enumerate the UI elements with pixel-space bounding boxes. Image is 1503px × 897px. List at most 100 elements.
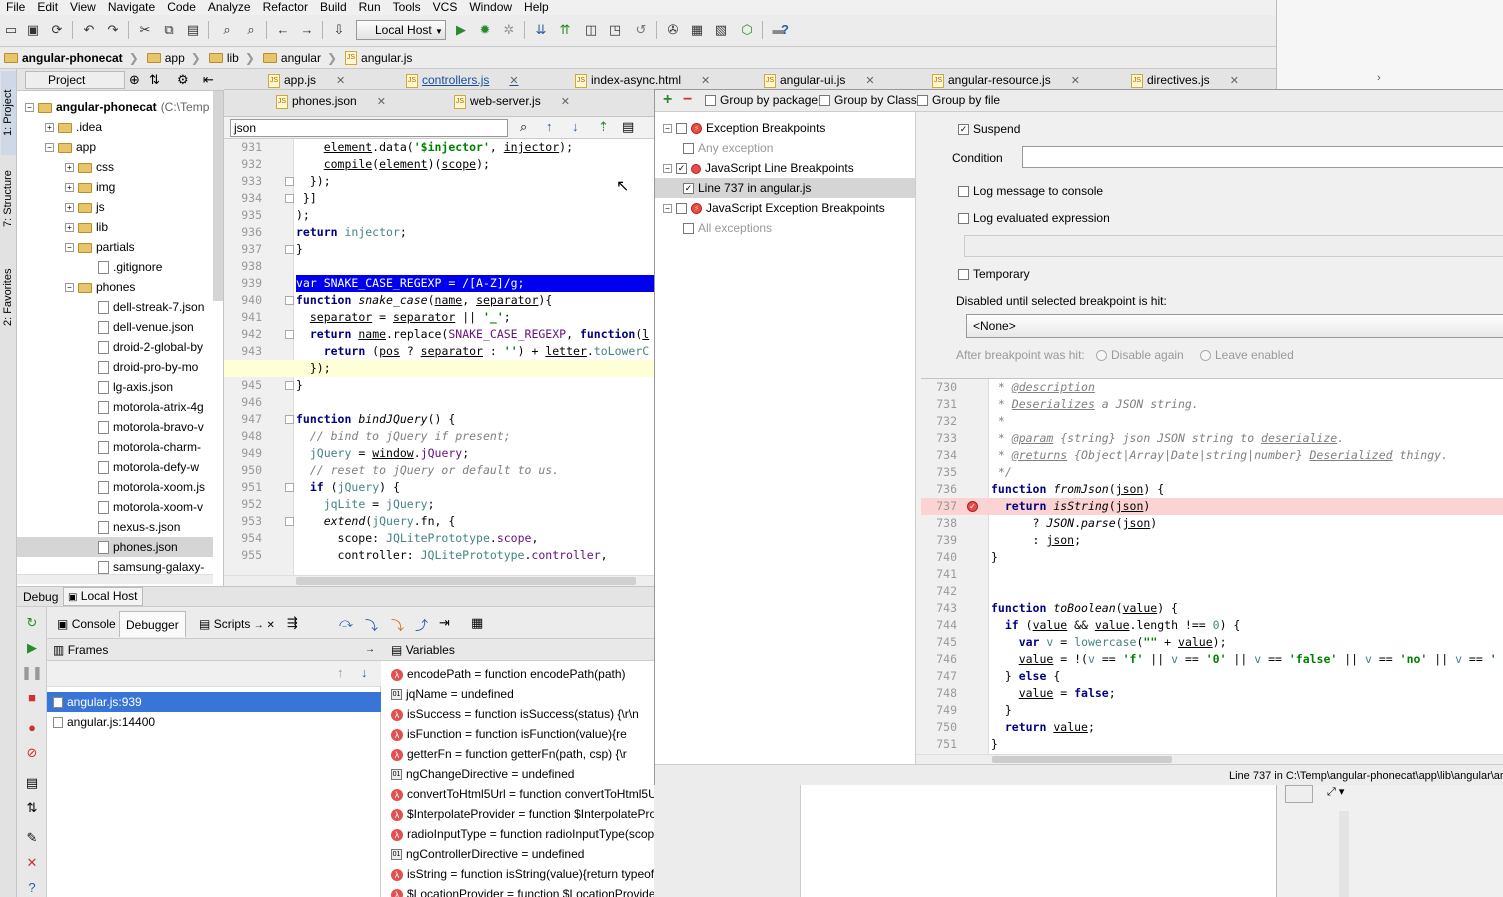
close-tab-icon[interactable]: → ✕: [254, 620, 275, 631]
editor-tab[interactable]: JS angular-ui.js ✕: [760, 71, 875, 90]
breakpoint-tree-item[interactable]: ✓ Line 737 in angular.js: [655, 178, 915, 198]
fold-icon[interactable]: [285, 330, 294, 339]
tree-file[interactable]: .gitignore: [17, 257, 213, 277]
collapse-icon[interactable]: −: [663, 164, 672, 174]
open-folder-icon[interactable]: ▭: [2, 20, 20, 40]
fold-icon[interactable]: [285, 194, 294, 203]
hide-icon[interactable]: ⇤: [203, 72, 214, 88]
run-icon[interactable]: ▶: [452, 20, 470, 40]
resume-icon[interactable]: ▶: [17, 637, 47, 659]
sdk-icon[interactable]: ▧: [712, 20, 730, 40]
log-expression-checkbox[interactable]: Log evaluated expression: [958, 211, 1110, 225]
leave-enabled-radio[interactable]: Leave enabled: [1200, 348, 1294, 362]
variable-item[interactable]: 01 jqName = undefined: [391, 684, 654, 704]
locate-icon[interactable]: ⊕: [129, 72, 140, 88]
tree-folder[interactable]: − angular-phonecat (C:\Temp: [17, 97, 213, 117]
remove-breakpoint-icon[interactable]: −: [683, 90, 692, 110]
gear-icon[interactable]: ⚙: [177, 72, 189, 88]
log-message-checkbox[interactable]: Log message to console: [958, 184, 1103, 198]
layout-icon[interactable]: ▤: [17, 772, 47, 794]
temporary-checkbox[interactable]: Temporary: [958, 267, 1030, 281]
tree-file[interactable]: nexus-s.json: [17, 517, 213, 537]
close-icon[interactable]: ✕: [336, 75, 345, 87]
breakpoint-checkbox[interactable]: ✓: [683, 183, 694, 195]
expand-icon[interactable]: +: [65, 203, 74, 213]
tree-file[interactable]: motorola-atrix-4g: [17, 397, 213, 417]
collapse-icon[interactable]: −: [25, 103, 34, 113]
breakpoint-tree-item[interactable]: Any exception: [655, 138, 915, 158]
group-by-file-checkbox[interactable]: Group by file: [917, 93, 1000, 107]
tab-structure[interactable]: 7: Structure: [1, 161, 16, 237]
tree-file[interactable]: motorola-xoom-v: [17, 497, 213, 517]
variable-item[interactable]: λ $LocationProvider = function $LocationP…: [391, 884, 654, 897]
frames-menu-icon[interactable]: →: [365, 639, 375, 661]
plugin-icon[interactable]: ⬡: [738, 20, 756, 40]
run-configuration-select[interactable]: Local Host ▼: [356, 20, 446, 40]
breakpoint-tree-item[interactable]: − ✓ JavaScript Line Breakpoints: [655, 158, 915, 178]
add-breakpoint-icon[interactable]: +: [663, 90, 672, 110]
suspend-checkbox[interactable]: ✓ Suspend: [958, 122, 1020, 136]
fold-icon[interactable]: [285, 517, 294, 526]
group-by-package-checkbox[interactable]: Group by package: [705, 93, 818, 107]
select-all-icon[interactable]: ▤: [622, 119, 634, 135]
undo-icon[interactable]: ↶: [80, 20, 98, 40]
frame-up-icon[interactable]: ↑: [337, 665, 344, 680]
tab-debugger[interactable]: Debugger: [119, 611, 186, 637]
mute-breakpoints-icon[interactable]: ⊘: [17, 742, 47, 764]
fold-icon[interactable]: [285, 296, 294, 305]
menu-analyze[interactable]: Analyze: [202, 0, 257, 15]
force-step-into-icon[interactable]: ⤵: [391, 615, 404, 634]
fold-icon[interactable]: [285, 177, 294, 186]
step-out-icon[interactable]: ⤴: [415, 615, 428, 634]
log-expression-input[interactable]: [964, 235, 1503, 257]
fold-icon[interactable]: [285, 415, 294, 424]
variable-item[interactable]: 01 ngChangeDirective = undefined: [391, 764, 654, 784]
close-icon[interactable]: ✕: [17, 852, 47, 874]
expand-icon[interactable]: +: [45, 123, 54, 133]
debug-icon[interactable]: ✹: [476, 20, 494, 40]
sync-icon[interactable]: ⟳: [48, 20, 66, 40]
close-icon[interactable]: ✕: [1071, 75, 1080, 87]
evaluate-expression-icon[interactable]: ▦: [471, 615, 483, 631]
editor-tab[interactable]: JS index-async.html ✕: [571, 71, 710, 90]
collapse-icon[interactable]: −: [65, 283, 74, 293]
tab-project[interactable]: 1: Project: [1, 71, 16, 155]
menu-help[interactable]: Help: [518, 0, 555, 15]
close-icon[interactable]: ✕: [509, 75, 518, 87]
breadcrumb-item[interactable]: JS angular.js: [341, 50, 416, 65]
settings-icon[interactable]: ✇: [664, 20, 682, 40]
tree-folder[interactable]: − phones: [17, 277, 213, 297]
vcs-update-icon[interactable]: ⇊: [532, 20, 550, 40]
revert-icon[interactable]: ↺: [632, 20, 650, 40]
forward-icon[interactable]: →: [298, 20, 316, 40]
cut-icon[interactable]: ✂: [136, 20, 154, 40]
collapse-icon[interactable]: −: [663, 124, 672, 134]
pin-icon[interactable]: ✎: [17, 827, 47, 849]
close-icon[interactable]: ✕: [865, 75, 874, 87]
redo-icon[interactable]: ↷: [104, 20, 122, 40]
breadcrumb-item[interactable]: angular-phonecat ❯: [0, 51, 143, 65]
disable-again-radio[interactable]: Disable again: [1096, 348, 1184, 362]
collapse-icon[interactable]: −: [65, 243, 74, 253]
breakpoint-checkbox[interactable]: ✓: [676, 163, 687, 175]
close-icon[interactable]: ✕: [1230, 75, 1239, 87]
variable-item[interactable]: λ radioInputType = function radioInputTyp…: [391, 824, 654, 844]
variable-item[interactable]: λ isFunction = function isFunction(value)…: [391, 724, 654, 744]
collapse-icon[interactable]: −: [663, 204, 672, 214]
tree-folder[interactable]: − app: [17, 137, 213, 157]
breakpoint-icon[interactable]: ✓: [967, 501, 978, 512]
vcs-compare-icon[interactable]: ◫: [582, 20, 600, 40]
menu-edit[interactable]: Edit: [31, 0, 64, 15]
next-occurrence-icon[interactable]: ↓: [572, 119, 579, 134]
breadcrumb-item[interactable]: angular ❯: [259, 51, 341, 65]
variable-item[interactable]: λ isSuccess = function isSuccess(status) …: [391, 704, 654, 724]
replace-icon[interactable]: ⌕: [242, 20, 260, 40]
coverage-icon[interactable]: ✲: [500, 20, 518, 40]
menu-file[interactable]: File: [0, 0, 31, 15]
editor-tab[interactable]: JS controllers.js ✕: [402, 71, 519, 90]
tree-file[interactable]: motorola-charm-: [17, 437, 213, 457]
breakpoint-tree-item[interactable]: All exceptions: [655, 218, 915, 238]
tree-folder[interactable]: + js: [17, 197, 213, 217]
tree-folder[interactable]: − partials: [17, 237, 213, 257]
tree-file[interactable]: motorola-xoom.js: [17, 477, 213, 497]
